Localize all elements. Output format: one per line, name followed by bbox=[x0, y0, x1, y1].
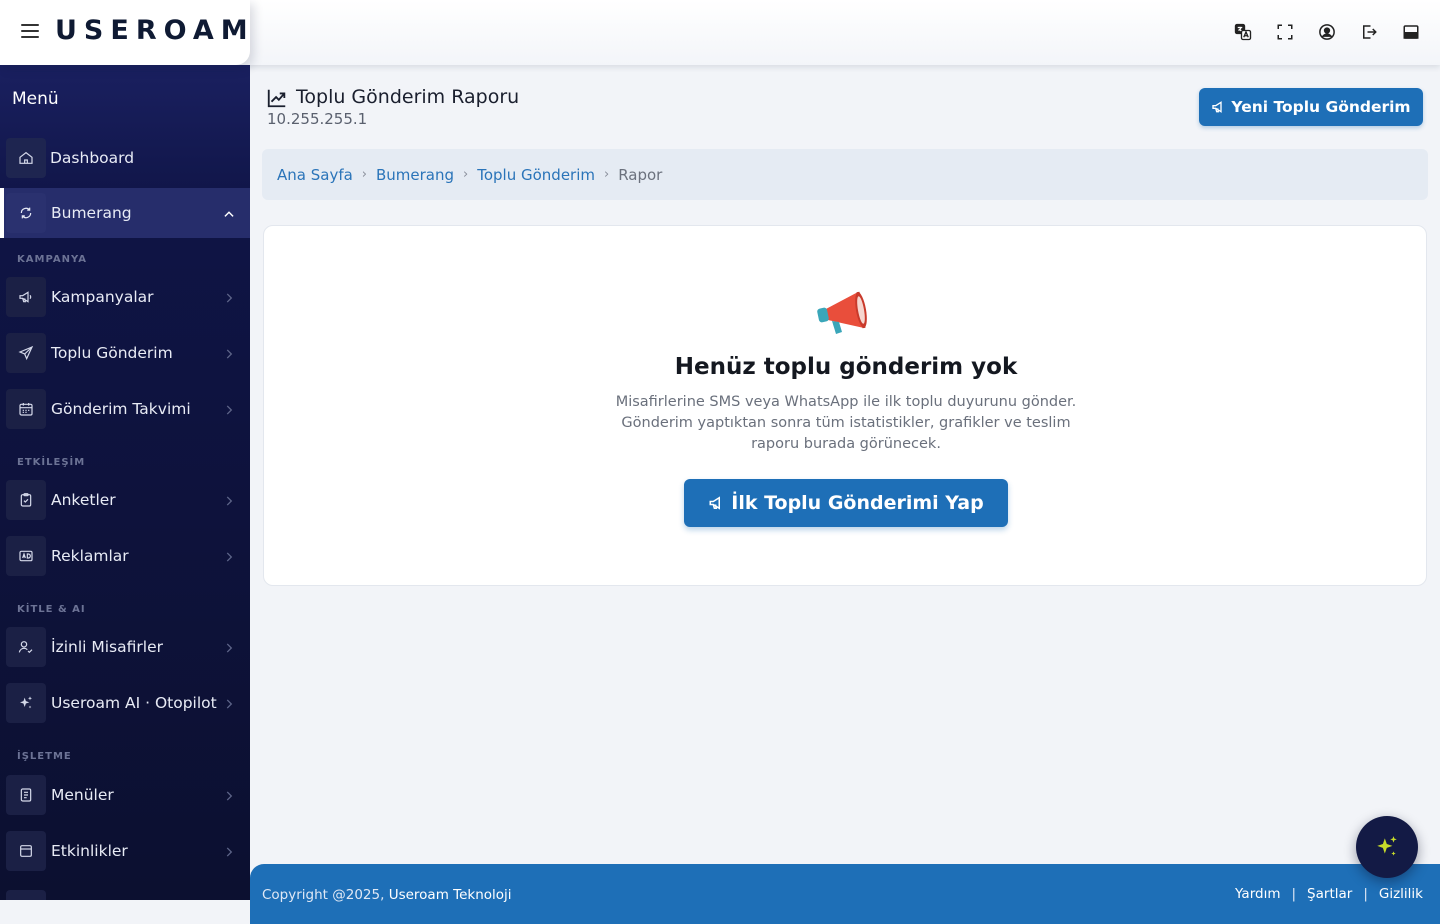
sidebar-item-dashboard[interactable]: Dashboard bbox=[0, 133, 250, 183]
logout-icon[interactable] bbox=[1358, 21, 1380, 43]
sidebar-item-label: Toplu Gönderim bbox=[51, 344, 173, 362]
company-link[interactable]: Useroam Teknoloji bbox=[389, 887, 512, 903]
first-bulk-send-label: İlk Toplu Gönderimi Yap bbox=[731, 492, 984, 514]
partial-icon bbox=[6, 890, 46, 900]
sidebar-item-label: Dashboard bbox=[50, 149, 135, 167]
footer-link-terms[interactable]: Şartlar bbox=[1307, 886, 1352, 902]
breadcrumb-toplu-gonderim[interactable]: Toplu Gönderim bbox=[477, 166, 595, 184]
top-actions bbox=[1232, 21, 1422, 43]
footer-separator: | bbox=[1291, 886, 1297, 902]
breadcrumb-current: Rapor bbox=[618, 165, 663, 184]
empty-state-title: Henüz toplu gönderim yok bbox=[674, 354, 1018, 380]
breadcrumb-bumerang[interactable]: Bumerang bbox=[376, 166, 454, 184]
trending-up-icon bbox=[266, 87, 288, 109]
sidebar-item-label: Menüler bbox=[51, 786, 114, 804]
sidebar-item-label: Kampanyalar bbox=[51, 288, 154, 306]
user-icon[interactable] bbox=[1316, 21, 1338, 43]
chevron-right-icon bbox=[222, 640, 236, 654]
send-icon bbox=[6, 333, 46, 373]
chevron-right-icon bbox=[222, 549, 236, 563]
breadcrumb: Ana Sayfa › Bumerang › Toplu Gönderim › … bbox=[262, 149, 1428, 200]
sidebar-item-label: Reklamlar bbox=[51, 547, 129, 565]
footer-link-privacy[interactable]: Gizlilik bbox=[1379, 886, 1423, 902]
sparkle-icon bbox=[1377, 836, 1397, 856]
chevron-up-icon bbox=[222, 206, 236, 220]
chevron-right-icon bbox=[222, 788, 236, 802]
logo: USEROAM bbox=[55, 15, 255, 46]
first-bulk-send-button[interactable]: İlk Toplu Gönderimi Yap bbox=[684, 479, 1008, 527]
event-icon bbox=[6, 831, 46, 871]
sidebar-item-label: İzinli Misafirler bbox=[51, 638, 163, 656]
home-icon bbox=[6, 138, 46, 178]
megaphone-icon bbox=[814, 284, 878, 340]
panel-icon[interactable] bbox=[1400, 21, 1422, 43]
top-bar: USEROAM bbox=[0, 0, 1440, 65]
sidebar-item-izinli-misafirler[interactable]: İzinli Misafirler bbox=[0, 622, 250, 672]
calendar-icon bbox=[6, 389, 46, 429]
section-label: KAMPANYA bbox=[17, 254, 87, 265]
megaphone-icon bbox=[6, 277, 46, 317]
refresh-icon bbox=[6, 193, 46, 233]
chevron-right-icon bbox=[222, 402, 236, 416]
footer-link-help[interactable]: Yardım bbox=[1235, 886, 1280, 902]
sidebar: Menü Dashboard Bumerang KAMPANYA Kampany… bbox=[0, 65, 250, 900]
breadcrumb-separator-icon: › bbox=[604, 167, 610, 182]
sidebar-item-label: Useroam AI · Otopilot bbox=[51, 694, 217, 712]
breadcrumb-home[interactable]: Ana Sayfa bbox=[277, 166, 353, 184]
footer: Copyright @2025, Useroam Teknoloji Yardı… bbox=[250, 864, 1440, 924]
chevron-right-icon bbox=[222, 696, 236, 710]
breadcrumb-separator-icon: › bbox=[463, 167, 469, 182]
sidebar-item-reklamlar[interactable]: Reklamlar bbox=[0, 531, 250, 581]
megaphone-icon bbox=[1212, 101, 1223, 113]
sidebar-item-toplu-gonderim[interactable]: Toplu Gönderim bbox=[0, 328, 250, 378]
footer-separator: | bbox=[1363, 886, 1368, 902]
brand-zone: USEROAM bbox=[0, 0, 250, 65]
sidebar-item-bumerang[interactable]: Bumerang bbox=[0, 188, 250, 238]
sparkle-icon bbox=[6, 683, 46, 723]
chevron-right-icon bbox=[222, 346, 236, 360]
section-label: İŞLETME bbox=[17, 751, 72, 762]
chevron-right-icon bbox=[222, 493, 236, 507]
fullscreen-icon[interactable] bbox=[1274, 21, 1296, 43]
sidebar-item-label: Bumerang bbox=[51, 204, 132, 222]
ad-icon bbox=[6, 536, 46, 576]
empty-state-card: Henüz toplu gönderim yok Misafirlerine S… bbox=[263, 225, 1427, 586]
sidebar-item-partial[interactable] bbox=[0, 885, 250, 900]
sidebar-title: Menü bbox=[12, 89, 59, 109]
sidebar-item-label: Anketler bbox=[51, 491, 116, 509]
sidebar-item-label: Etkinlikler bbox=[51, 842, 128, 860]
clipboard-icon bbox=[6, 480, 46, 520]
sidebar-bottom-gap bbox=[0, 900, 250, 924]
chevron-right-icon bbox=[222, 290, 236, 304]
sidebar-item-label: Gönderim Takvimi bbox=[51, 400, 191, 418]
ai-assistant-button[interactable] bbox=[1356, 816, 1418, 878]
page-title: Toplu Gönderim Raporu bbox=[296, 86, 520, 108]
copyright: Copyright @2025, Useroam Teknoloji bbox=[262, 887, 512, 903]
section-label: KİTLE & AI bbox=[17, 604, 86, 615]
empty-state-description: Misafirlerine SMS veya WhatsApp ile ilk … bbox=[615, 394, 1077, 452]
new-bulk-send-button[interactable]: Yeni Toplu Gönderim bbox=[1199, 88, 1423, 126]
sidebar-item-menuler[interactable]: Menüler bbox=[0, 770, 250, 820]
menu-doc-icon bbox=[6, 775, 46, 815]
sidebar-item-etkinlikler[interactable]: Etkinlikler bbox=[0, 826, 250, 876]
copyright-text: Copyright @2025, bbox=[262, 887, 385, 903]
sidebar-item-kampanyalar[interactable]: Kampanyalar bbox=[0, 272, 250, 322]
sidebar-item-useroam-ai[interactable]: Useroam AI · Otopilot bbox=[0, 678, 250, 728]
main-content: Toplu Gönderim Raporu 10.255.255.1 Yeni … bbox=[250, 65, 1440, 864]
page-subtitle: 10.255.255.1 bbox=[267, 110, 368, 128]
sidebar-item-anketler[interactable]: Anketler bbox=[0, 475, 250, 525]
user-check-icon bbox=[6, 627, 46, 667]
sidebar-item-gonderim-takvimi[interactable]: Gönderim Takvimi bbox=[0, 384, 250, 434]
footer-links: Yardım | Şartlar | Gizlilik bbox=[1235, 886, 1423, 902]
new-bulk-send-label: Yeni Toplu Gönderim bbox=[1231, 98, 1411, 116]
breadcrumb-separator-icon: › bbox=[361, 167, 367, 182]
hamburger-menu-icon[interactable] bbox=[18, 20, 42, 44]
translate-icon[interactable] bbox=[1232, 21, 1254, 43]
section-label: ETKİLEŞİM bbox=[17, 457, 86, 468]
chevron-right-icon bbox=[222, 844, 236, 858]
megaphone-icon bbox=[709, 496, 721, 510]
